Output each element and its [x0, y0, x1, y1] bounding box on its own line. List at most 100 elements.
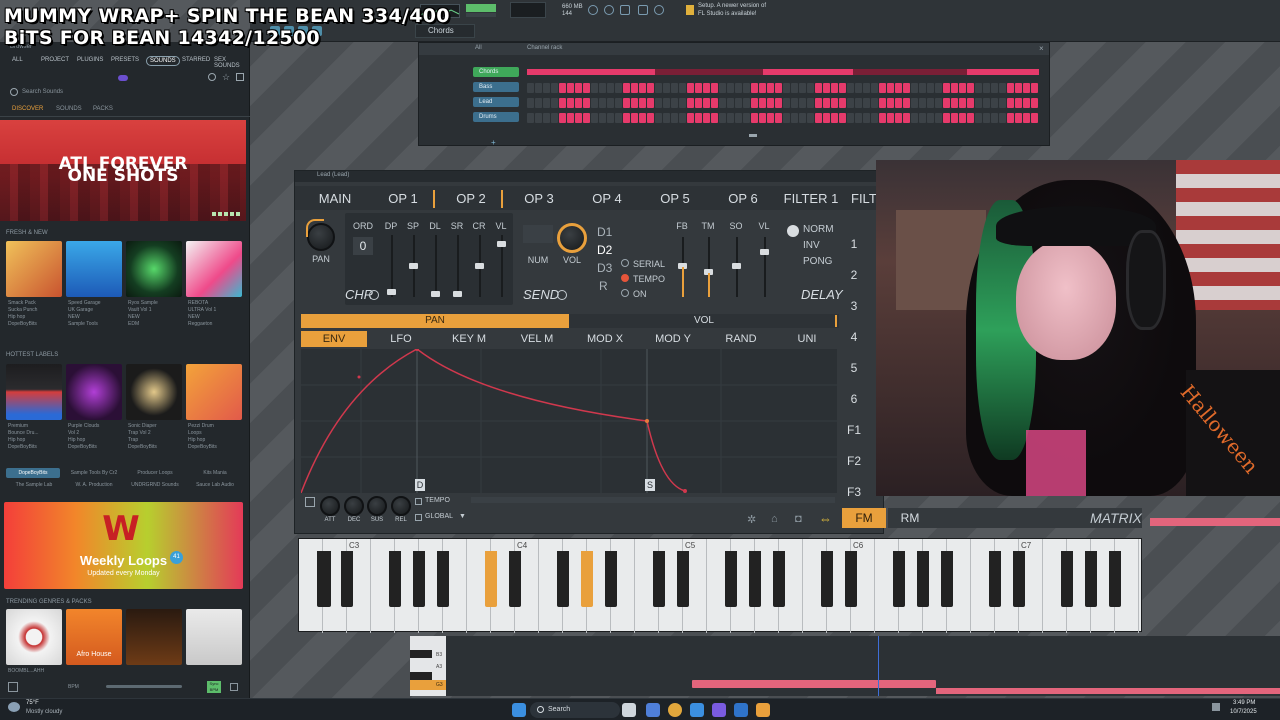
- step-button[interactable]: [911, 98, 918, 108]
- step-button[interactable]: [679, 113, 686, 123]
- matrix-row[interactable]: F2: [841, 446, 867, 476]
- step-button[interactable]: [863, 83, 870, 93]
- step-button[interactable]: [535, 98, 542, 108]
- clock-time[interactable]: 3:49 PM: [1233, 700, 1255, 706]
- black-key[interactable]: [845, 551, 857, 607]
- tab-project[interactable]: PROJECT: [41, 57, 69, 63]
- tab-rand[interactable]: RAND: [707, 331, 775, 347]
- step-button[interactable]: [975, 113, 982, 123]
- step-button[interactable]: [703, 98, 710, 108]
- step-button[interactable]: [871, 113, 878, 123]
- step-button[interactable]: [551, 83, 558, 93]
- notification-icon[interactable]: [686, 5, 694, 15]
- step-button[interactable]: [1023, 83, 1030, 93]
- step-button[interactable]: [647, 83, 654, 93]
- step-button[interactable]: [599, 98, 606, 108]
- step-button[interactable]: [959, 83, 966, 93]
- step-button[interactable]: [823, 113, 830, 123]
- step-button[interactable]: [559, 98, 566, 108]
- step-button[interactable]: [719, 98, 726, 108]
- pack-thumb-smack-pack[interactable]: [6, 241, 62, 297]
- pack-thumb-boombl[interactable]: [6, 609, 62, 665]
- step-button[interactable]: [871, 83, 878, 93]
- pack-thumb-afro-house[interactable]: Afro House: [66, 609, 122, 665]
- step-button[interactable]: [543, 113, 550, 123]
- step-button[interactable]: [711, 83, 718, 93]
- loop-icon[interactable]: [230, 683, 238, 691]
- pack-thumb-ryos-sample[interactable]: [126, 241, 182, 297]
- step-button[interactable]: [607, 83, 614, 93]
- step-button[interactable]: [775, 98, 782, 108]
- step-button[interactable]: [959, 113, 966, 123]
- step-button[interactable]: [919, 98, 926, 108]
- envelope-editor[interactable]: [300, 347, 837, 494]
- step-button[interactable]: [831, 83, 838, 93]
- refresh-icon[interactable]: [588, 5, 598, 15]
- matrix-row[interactable]: 4: [841, 322, 867, 352]
- cr-fader-cap[interactable]: [475, 263, 484, 269]
- black-key[interactable]: [413, 551, 425, 607]
- scroll-handle[interactable]: [749, 134, 757, 137]
- fl-studio-icon[interactable]: [756, 703, 770, 717]
- dec-knob[interactable]: [344, 496, 364, 516]
- step-button[interactable]: [591, 113, 598, 123]
- step-button[interactable]: [799, 113, 806, 123]
- black-key[interactable]: [341, 551, 353, 607]
- channel-bass[interactable]: Bass: [473, 82, 519, 92]
- discord-icon[interactable]: [712, 703, 726, 717]
- step-button[interactable]: [735, 98, 742, 108]
- step-button[interactable]: [791, 83, 798, 93]
- step-button[interactable]: [583, 98, 590, 108]
- gear-icon[interactable]: ✲: [747, 513, 759, 526]
- sr-fader[interactable]: [457, 235, 459, 297]
- step-button[interactable]: [671, 83, 678, 93]
- step-button[interactable]: [943, 113, 950, 123]
- step-button[interactable]: [855, 98, 862, 108]
- tag-icon[interactable]: ⌂: [771, 513, 783, 525]
- step-button[interactable]: [767, 113, 774, 123]
- step-button[interactable]: [967, 98, 974, 108]
- tab-env[interactable]: ENV: [301, 331, 367, 347]
- step-button[interactable]: [631, 83, 638, 93]
- step-button[interactable]: [847, 83, 854, 93]
- note-block[interactable]: [1150, 518, 1280, 526]
- step-button[interactable]: [591, 98, 598, 108]
- mail-icon[interactable]: [734, 703, 748, 717]
- note-block[interactable]: [692, 680, 936, 688]
- label-chip[interactable]: W. A. Production: [64, 482, 124, 488]
- tab-vel-m[interactable]: VEL M: [503, 331, 571, 347]
- step-button[interactable]: [871, 98, 878, 108]
- play-icon[interactable]: [8, 682, 18, 692]
- step-button[interactable]: [935, 98, 942, 108]
- black-key[interactable]: [749, 551, 761, 607]
- label-chip[interactable]: Producer Loops: [126, 468, 184, 478]
- featured-banner[interactable]: ATL FOREVER ONE SHOTS: [0, 120, 246, 221]
- step-button[interactable]: [615, 83, 622, 93]
- vol-target-button[interactable]: VOL: [569, 314, 839, 328]
- step-button[interactable]: [951, 113, 958, 123]
- step-button[interactable]: [663, 113, 670, 123]
- tab-op5[interactable]: OP 5: [643, 189, 707, 209]
- step-button[interactable]: [927, 98, 934, 108]
- step-button[interactable]: [631, 98, 638, 108]
- chevron-down-icon[interactable]: ▼: [459, 513, 466, 520]
- step-button[interactable]: [991, 113, 998, 123]
- tab-op1[interactable]: OP 1: [371, 189, 435, 209]
- carousel-dots[interactable]: [212, 212, 242, 216]
- send-icon[interactable]: [557, 290, 567, 300]
- step-button[interactable]: [591, 83, 598, 93]
- tab-uni[interactable]: UNI: [775, 331, 839, 347]
- black-key[interactable]: [1085, 551, 1097, 607]
- delay-d1[interactable]: D1: [597, 225, 612, 239]
- pack-thumb-pezzi[interactable]: [186, 364, 242, 420]
- step-button[interactable]: [1031, 98, 1038, 108]
- label-chip[interactable]: UNDRGRND Sounds: [126, 482, 184, 488]
- black-key[interactable]: [485, 551, 497, 607]
- folder-icon[interactable]: [690, 703, 704, 717]
- step-button[interactable]: [1031, 83, 1038, 93]
- step-button[interactable]: [1007, 98, 1014, 108]
- tab-op3[interactable]: OP 3: [507, 189, 571, 209]
- step-button[interactable]: [959, 98, 966, 108]
- step-button[interactable]: [799, 98, 806, 108]
- step-button[interactable]: [719, 83, 726, 93]
